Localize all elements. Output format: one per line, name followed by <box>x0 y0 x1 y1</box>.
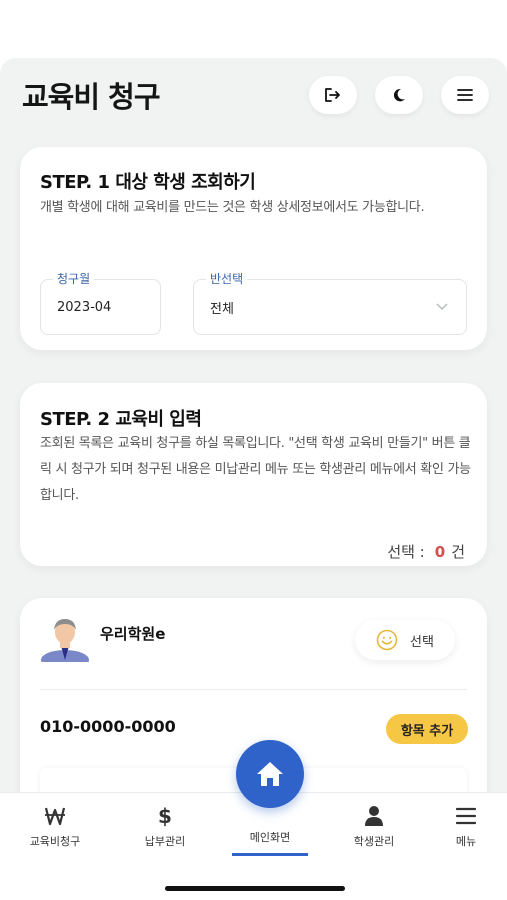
month-field[interactable]: 2023-04 <box>40 279 161 335</box>
student-phone: 010-0000-0000 <box>40 717 176 736</box>
add-item-button[interactable]: 항목 추가 <box>386 714 468 744</box>
step2-card: STEP. 2 교육비 입력 조회된 목록은 교육비 청구를 하실 목록입니다.… <box>20 383 487 566</box>
nav-label-payment: 납부관리 <box>144 835 186 848</box>
dollar-icon: $ <box>158 804 172 828</box>
step2-title: STEP. 2 교육비 입력 <box>40 409 202 430</box>
smiley-icon <box>376 629 398 651</box>
avatar <box>41 619 89 662</box>
step1-title: STEP. 1 대상 학생 조회하기 <box>40 172 256 193</box>
count-unit: 건 <box>451 543 465 561</box>
person-icon <box>365 806 383 826</box>
class-value: 전체 <box>210 301 234 317</box>
nav-item-menu[interactable]: 메뉴 <box>421 793 507 849</box>
nav-label-home: 메인화면 <box>249 831 291 844</box>
active-indicator <box>232 853 308 856</box>
step1-card: STEP. 1 대상 학생 조회하기 개별 학생에 대해 교육비를 만드는 것은… <box>20 147 487 350</box>
month-value: 2023-04 <box>57 299 112 315</box>
chevron-down-icon <box>436 303 448 311</box>
class-label: 반선택 <box>206 270 248 287</box>
page-title: 교육비 청구 <box>22 80 160 114</box>
nav-label-menu: 메뉴 <box>455 835 477 848</box>
dark-mode-button[interactable] <box>375 76 423 114</box>
nav-label-students: 학생관리 <box>353 835 395 848</box>
count-value: 0 <box>434 543 446 561</box>
menu-icon <box>455 807 477 825</box>
student-name: 우리학원e <box>100 625 166 643</box>
won-icon <box>44 807 66 826</box>
nav-item-students[interactable]: 학생관리 <box>329 793 419 849</box>
step1-description: 개별 학생에 대해 교육비를 만드는 것은 학생 상세정보에서도 가능합니다. <box>40 200 425 215</box>
nav-label-billing: 교육비청구 <box>29 835 81 848</box>
home-button[interactable] <box>236 740 304 808</box>
select-student-button[interactable]: 선택 <box>355 620 455 660</box>
logout-button[interactable] <box>309 76 357 114</box>
selected-count: 선택 : 0건 <box>387 541 465 562</box>
menu-button[interactable] <box>441 76 489 114</box>
count-label: 선택 : <box>387 543 425 561</box>
step2-description: 조회된 목록은 교육비 청구를 하실 목록입니다. "선택 학생 교육비 만들기… <box>40 436 471 503</box>
nav-item-payment[interactable]: $ 납부관리 <box>120 793 210 849</box>
home-icon <box>257 762 283 786</box>
month-label: 청구월 <box>53 270 95 287</box>
select-label: 선택 <box>410 634 434 650</box>
class-select[interactable]: 전체 <box>193 279 467 335</box>
divider <box>40 689 467 690</box>
home-indicator <box>165 886 345 891</box>
nav-item-billing[interactable]: 교육비청구 <box>10 793 100 849</box>
logout-icon <box>325 88 340 102</box>
dark-mode-moon-icon <box>393 88 405 102</box>
bottom-nav: 교육비청구 $ 납부관리 메인화면 학생관리 메뉴 <box>0 792 507 900</box>
hamburger-menu-icon <box>457 89 473 101</box>
